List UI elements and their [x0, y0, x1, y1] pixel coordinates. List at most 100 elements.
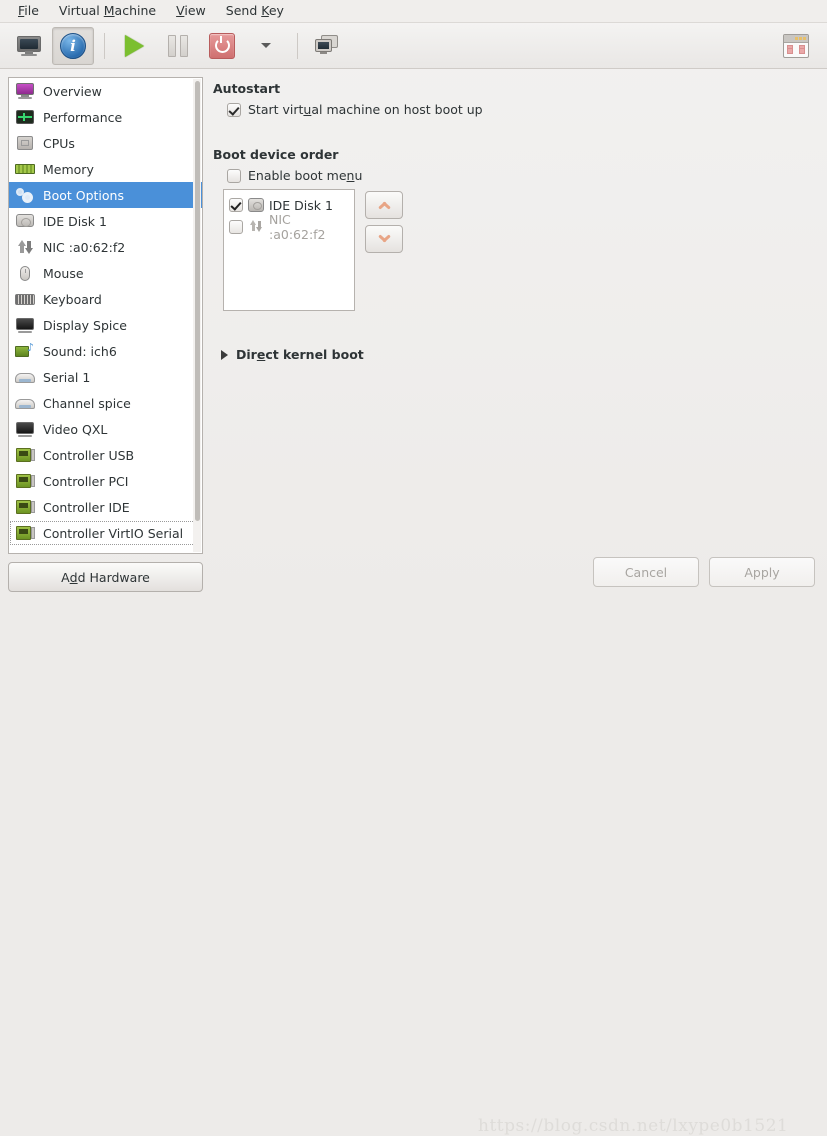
boot-device-row[interactable]: NIC :a0:62:f2 — [227, 212, 351, 242]
window-icon — [783, 33, 809, 58]
sidebar-item-label: Controller PCI — [43, 473, 129, 489]
move-up-button[interactable] — [365, 191, 403, 219]
menu-sendkey-pre: Send — [225, 3, 262, 18]
run-button[interactable] — [113, 27, 155, 65]
sidebar-item-channel-spice[interactable]: Channel spice — [9, 390, 202, 416]
sidebar-item-overview[interactable]: Overview — [9, 78, 202, 104]
graph-icon — [15, 109, 35, 126]
sidebar-item-sound[interactable]: ♪ Sound: ich6 — [9, 338, 202, 364]
boot-order-area: IDE Disk 1 NIC :a0:62:f2 — [223, 189, 819, 311]
scrollbar-thumb[interactable] — [195, 81, 200, 521]
sidebar-item-label: Controller IDE — [43, 499, 130, 515]
menu-send-key[interactable]: Send Key — [216, 1, 294, 21]
toolbar-separator-1 — [104, 32, 105, 59]
apply-button[interactable]: Apply — [709, 557, 815, 587]
sidebar-item-label: IDE Disk 1 — [43, 213, 107, 229]
bootmenu-label-post: u — [354, 168, 363, 183]
watermark: https://blog.csdn.net/lxype0b1521 — [478, 1116, 789, 1136]
menu-virtual-machine[interactable]: Virtual Machine — [49, 1, 166, 21]
dkb-post: ct kernel boot — [265, 347, 364, 362]
sidebar-item-label: Performance — [43, 109, 123, 125]
autostart-label-post: al machine on host boot up — [311, 102, 483, 117]
sidebar-item-controller-ide[interactable]: Controller IDE — [9, 494, 202, 520]
boot-options-panel: Autostart Start virtual machine on host … — [203, 77, 819, 592]
autostart-checkbox-label: Start virtual machine on host boot up — [248, 102, 483, 117]
menu-sendkey-key: K — [261, 3, 269, 18]
sidebar-item-label: Overview — [43, 83, 102, 99]
sidebar-item-nic[interactable]: NIC :a0:62:f2 — [9, 234, 202, 260]
monitor-icon — [17, 35, 41, 56]
sidebar-item-label: Display Spice — [43, 317, 127, 333]
menu-file[interactable]: File — [8, 1, 49, 21]
sidebar-item-display-spice[interactable]: Display Spice — [9, 312, 202, 338]
hardware-list-scrollbar[interactable] — [193, 79, 201, 552]
menu-view[interactable]: View — [166, 1, 216, 21]
direct-kernel-boot-label: Direct kernel boot — [236, 347, 364, 362]
pause-icon — [168, 34, 188, 57]
keyboard-icon — [15, 291, 35, 308]
sidebar-item-cpus[interactable]: CPUs — [9, 130, 202, 156]
shutdown-button[interactable] — [201, 27, 243, 65]
controller-icon — [15, 447, 35, 464]
sidebar-item-label: Controller USB — [43, 447, 135, 463]
sidebar-item-video-qxl[interactable]: Video QXL — [9, 416, 202, 442]
dkb-pre: Dir — [236, 347, 257, 362]
pause-button[interactable] — [157, 27, 199, 65]
menu-sendkey-post: ey — [268, 3, 284, 18]
sidebar-item-label: Mouse — [43, 265, 84, 281]
autostart-checkbox[interactable] — [227, 102, 241, 117]
menu-vm-pre: Virtual — [58, 3, 104, 18]
menu-file-post: ile — [24, 3, 39, 18]
toolbar-separator-2 — [297, 32, 298, 59]
chevron-up-icon — [377, 201, 391, 210]
boot-device-list[interactable]: IDE Disk 1 NIC :a0:62:f2 — [223, 189, 355, 311]
sidebar-item-keyboard[interactable]: Keyboard — [9, 286, 202, 312]
mouse-icon — [15, 265, 35, 282]
cpu-icon — [15, 135, 35, 152]
dialog-footer: https://blog.csdn.net/lxype0b1521 Cancel… — [0, 553, 827, 1136]
sidebar-item-controller-pci[interactable]: Controller PCI — [9, 468, 202, 494]
menu-vm-post: achine — [114, 3, 157, 18]
show-details-button[interactable]: i — [52, 26, 94, 65]
boot-device-checkbox[interactable] — [229, 198, 243, 212]
shutdown-menu-button[interactable] — [245, 27, 287, 65]
autostart-checkbox-row[interactable]: Start virtual machine on host boot up — [227, 102, 819, 117]
display-icon — [15, 421, 35, 438]
enable-boot-menu-checkbox[interactable] — [227, 168, 241, 183]
enable-boot-menu-row[interactable]: Enable boot menu — [227, 168, 819, 183]
sidebar-item-boot-options[interactable]: Boot Options — [9, 182, 202, 208]
hardware-list[interactable]: Overview Performance CPUs Memory Boot Op — [8, 77, 203, 554]
sidebar-item-performance[interactable]: Performance — [9, 104, 202, 130]
sidebar-item-ide-disk-1[interactable]: IDE Disk 1 — [9, 208, 202, 234]
direct-kernel-boot-expander[interactable]: Direct kernel boot — [221, 347, 819, 362]
menu-view-post: iew — [184, 3, 206, 18]
display-icon — [15, 317, 35, 334]
dialog-buttons: Cancel Apply — [593, 557, 815, 587]
boot-device-label: NIC :a0:62:f2 — [269, 212, 326, 242]
move-down-button[interactable] — [365, 225, 403, 253]
serial-port-icon — [15, 395, 35, 412]
toolbar: i — [0, 23, 827, 69]
sidebar-item-memory[interactable]: Memory — [9, 156, 202, 182]
controller-icon — [15, 473, 35, 490]
chevron-down-icon — [377, 234, 391, 243]
cancel-button[interactable]: Cancel — [593, 557, 699, 587]
play-icon — [124, 34, 144, 57]
sidebar-item-controller-usb[interactable]: Controller USB — [9, 442, 202, 468]
snapshots-button[interactable] — [306, 27, 348, 65]
monitor-icon — [15, 82, 35, 100]
caret-down-icon — [261, 43, 271, 48]
sidebar-item-controller-virtio-serial[interactable]: Controller VirtIO Serial — [9, 520, 202, 546]
boot-device-label: IDE Disk 1 — [269, 197, 333, 213]
sidebar-item-label: Memory — [43, 161, 94, 177]
sidebar-item-serial-1[interactable]: Serial 1 — [9, 364, 202, 390]
sidebar-item-label: Serial 1 — [43, 369, 91, 385]
controller-icon — [15, 499, 35, 516]
sidebar-item-label: Video QXL — [43, 421, 108, 437]
show-console-button[interactable] — [8, 27, 50, 65]
boot-device-checkbox[interactable] — [229, 220, 243, 234]
sidebar-item-mouse[interactable]: Mouse — [9, 260, 202, 286]
fullscreen-button[interactable] — [775, 27, 817, 65]
boot-device-order-heading: Boot device order — [213, 147, 339, 162]
